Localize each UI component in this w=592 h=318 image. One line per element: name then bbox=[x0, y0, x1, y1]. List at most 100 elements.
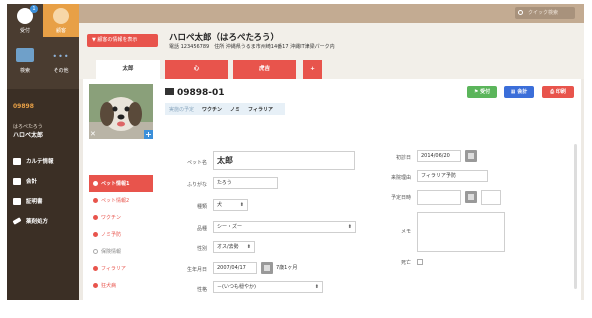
kana-field[interactable]: たろう bbox=[213, 177, 278, 189]
appointment-calendar-icon[interactable] bbox=[465, 191, 477, 203]
plan-item: ノミ bbox=[230, 106, 241, 113]
reason-label: 来院理由 bbox=[390, 175, 411, 181]
delete-photo-icon[interactable]: ✕ bbox=[90, 131, 97, 138]
submenu-filaria[interactable]: フィラリア bbox=[89, 260, 153, 277]
side-menu: カルテ情報 会計 証明書 薬剤処方 bbox=[7, 151, 79, 231]
search-icon bbox=[518, 10, 523, 15]
deceased-checkbox[interactable] bbox=[417, 259, 423, 265]
customer-icon bbox=[53, 8, 69, 24]
customer-header: ▼ 顧客の情報を表示 ハロペ太郎（はろぺたろう） 電話 123456789 住所… bbox=[79, 23, 584, 79]
nav-tile-reception[interactable]: 1 受付 bbox=[7, 4, 43, 37]
birth-label: 生年月日 bbox=[186, 267, 207, 273]
submenu-pet-info-2[interactable]: ペット情報2 bbox=[89, 192, 153, 209]
sex-select[interactable]: オス/去勢 bbox=[213, 241, 255, 253]
plan-item: ワクチン bbox=[202, 106, 223, 113]
nav-tiles: 1 受付 顧客 検索 ••• その他 bbox=[7, 4, 79, 89]
nav-tile-label: その他 bbox=[53, 68, 69, 74]
search-pets-icon bbox=[16, 48, 34, 62]
submenu-label: フィラリア bbox=[101, 266, 126, 272]
menu-label: 会計 bbox=[26, 179, 38, 185]
submenu-rabies[interactable]: 狂犬病 bbox=[89, 277, 153, 294]
appointment-label: 予定日時 bbox=[390, 195, 411, 201]
content-scrollbar[interactable] bbox=[574, 144, 577, 289]
submenu-label: ペット情報1 bbox=[101, 181, 130, 187]
pet-id-text: 09898-01 bbox=[177, 88, 225, 98]
appointment-time-field[interactable] bbox=[481, 190, 501, 205]
current-patient-name: ハロペ太郎 bbox=[13, 132, 44, 139]
birth-calendar-icon[interactable] bbox=[261, 262, 273, 274]
print-button[interactable]: ⎙ 印刷 bbox=[542, 86, 574, 98]
species-select[interactable]: 犬 bbox=[213, 199, 248, 211]
species-label: 種類 bbox=[196, 204, 207, 210]
bullet-icon bbox=[93, 198, 98, 203]
submenu-label: 狂犬病 bbox=[101, 283, 117, 289]
current-patient-kana: はろぺたろう bbox=[13, 124, 43, 130]
chart-icon bbox=[13, 157, 21, 165]
submenu-label: ワクチン bbox=[101, 215, 122, 221]
plans-label: 実施の予定 bbox=[169, 106, 195, 113]
show-customer-info-button[interactable]: ▼ 顧客の情報を表示 bbox=[87, 34, 158, 47]
pet-detail-panel: ✕ + 09898-01 実施の予定 ワクチン ノミ フィラリア ⚑ 受付 ▦ … bbox=[83, 79, 581, 300]
submenu-label: 保険情報 bbox=[101, 249, 122, 255]
nav-tile-other[interactable]: ••• その他 bbox=[43, 44, 79, 77]
appointment-date-field[interactable] bbox=[417, 190, 461, 205]
accounting-button[interactable]: ▦ 会計 bbox=[504, 86, 534, 98]
search-placeholder: クイック検索 bbox=[528, 10, 559, 16]
add-photo-icon[interactable]: + bbox=[144, 130, 153, 139]
pet-id: 09898-01 bbox=[165, 88, 225, 98]
submenu-label: ノミ予防 bbox=[101, 232, 122, 238]
pill-icon bbox=[12, 217, 22, 225]
menu-item-accounting[interactable]: 会計 bbox=[7, 171, 79, 191]
bullet-icon bbox=[93, 232, 98, 237]
tab-pet-kokoro[interactable]: 心 bbox=[165, 60, 228, 79]
tab-pet-taro[interactable]: 太郎 bbox=[96, 60, 160, 79]
pet-photo[interactable]: ✕ + bbox=[89, 84, 153, 139]
nav-tile-customer[interactable]: 顧客 bbox=[43, 4, 79, 37]
nav-tile-search[interactable]: 検索 bbox=[7, 44, 43, 77]
temper-select[interactable]: －(いつも穏やか) bbox=[213, 281, 323, 293]
breed-select[interactable]: シー・ズー bbox=[213, 221, 356, 233]
menu-item-certificate[interactable]: 証明書 bbox=[7, 191, 79, 211]
tab-pet-torakichi[interactable]: 虎吉 bbox=[233, 60, 296, 79]
app-frame: 1 受付 顧客 検索 ••• その他 09898 はろぺたろう ハロペ太郎 カル… bbox=[7, 4, 584, 300]
bullet-icon bbox=[93, 215, 98, 220]
pet-info-submenu: ペット情報1 ペット情報2 ワクチン ノミ予防 保険情報 フィラリア 狂犬病 bbox=[89, 175, 153, 294]
accounting-button-label: 会計 bbox=[517, 89, 528, 95]
customer-contact: 電話 123456789 住所 沖縄県うるま市州崎14番17 沖縄IT津梁パーク… bbox=[169, 44, 335, 50]
reception-icon: 1 bbox=[17, 5, 38, 24]
add-pet-tab[interactable]: + bbox=[303, 60, 322, 79]
nav-tile-label: 検索 bbox=[19, 68, 30, 74]
bullet-icon bbox=[93, 266, 98, 271]
menu-item-chart[interactable]: カルテ情報 bbox=[7, 151, 79, 171]
bullet-icon bbox=[93, 249, 98, 254]
first-visit-field[interactable]: 2014/06/20 bbox=[417, 150, 461, 162]
submenu-flea[interactable]: ノミ予防 bbox=[89, 226, 153, 243]
submenu-vaccine[interactable]: ワクチン bbox=[89, 209, 153, 226]
current-patient-id: 09898 bbox=[13, 103, 34, 110]
id-card-icon bbox=[165, 88, 174, 95]
deceased-label: 死亡 bbox=[400, 260, 411, 266]
certificate-icon bbox=[13, 197, 21, 205]
breed-label: 品種 bbox=[196, 226, 207, 232]
first-visit-calendar-icon[interactable] bbox=[465, 150, 477, 162]
menu-item-prescription[interactable]: 薬剤処方 bbox=[7, 211, 79, 231]
bullet-icon bbox=[93, 283, 98, 288]
print-button-label: 印刷 bbox=[555, 89, 566, 95]
bullet-icon bbox=[93, 181, 98, 186]
top-bar: クイック検索 bbox=[79, 4, 584, 23]
quick-search-input[interactable]: クイック検索 bbox=[515, 7, 575, 19]
sex-label: 性別 bbox=[196, 246, 207, 252]
birth-field[interactable]: 2007/04/17 bbox=[213, 262, 257, 274]
reason-field[interactable]: フィラリア予防 bbox=[417, 170, 488, 182]
menu-label: 証明書 bbox=[26, 199, 43, 205]
calculator-icon bbox=[13, 177, 21, 185]
reception-button-label: 受付 bbox=[480, 89, 491, 95]
kana-label: ふりがな bbox=[186, 182, 207, 188]
pet-name-field[interactable]: 太郎 bbox=[213, 151, 355, 170]
memo-textarea[interactable] bbox=[417, 212, 505, 252]
submenu-insurance[interactable]: 保険情報 bbox=[89, 243, 153, 260]
nav-tile-label: 顧客 bbox=[55, 28, 66, 34]
more-dots-icon: ••• bbox=[52, 52, 70, 61]
reception-button[interactable]: ⚑ 受付 bbox=[467, 86, 497, 98]
submenu-pet-info-1[interactable]: ペット情報1 bbox=[89, 175, 153, 192]
